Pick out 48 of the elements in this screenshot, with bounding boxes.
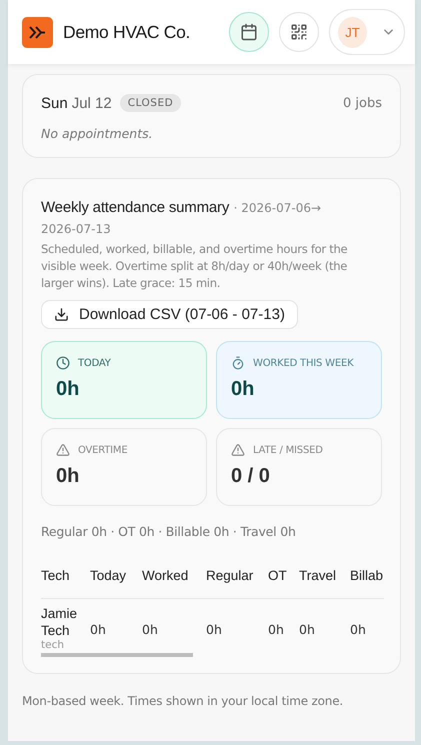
table-cell: 0h	[142, 622, 158, 636]
scrollbar[interactable]	[41, 653, 193, 657]
table-cell: 0h	[90, 622, 106, 636]
tech-role: tech	[41, 639, 66, 651]
clock-icon	[56, 356, 70, 370]
summary-title: Weekly attendance summary	[41, 199, 230, 216]
column-header: Travel	[299, 568, 336, 583]
table-cell: 0h	[299, 622, 315, 636]
summary-description: Scheduled, worked, billable, and overtime hours for the visible week. Overtime split at 8h/day or 40h/week (the larger wins). Late grace: 15 min.	[41, 241, 348, 292]
stat-value: 0h	[231, 378, 256, 401]
logo-icon	[22, 16, 53, 48]
footer-note: Mon-based week. Times shown in your local time zone.	[21, 693, 344, 708]
tech-name: Jamie Tech	[41, 605, 78, 639]
table-cell: 0h	[206, 622, 222, 636]
stat-value: 0h	[56, 465, 80, 488]
date: Jul 12	[72, 94, 112, 112]
totals-line: Regular 0h · OT 0h · Billable 0h · Travel 0h	[41, 524, 297, 539]
table-cell: 0h	[268, 622, 284, 636]
job-count: 0 jobs	[343, 96, 382, 110]
date-range-start: · 2026-07-06→	[234, 201, 322, 215]
date-range-end: 2026-07-13	[41, 221, 111, 238]
warning-icon	[56, 443, 70, 457]
stat-value: 0h	[56, 378, 80, 401]
column-header: Today	[90, 568, 126, 583]
qr-code-button[interactable]	[279, 12, 319, 52]
status-badge: CLOSED	[120, 94, 182, 112]
weekday: Sun	[41, 94, 68, 112]
stat-label: WORKED THIS WEEK	[253, 358, 354, 368]
column-header: Tech	[41, 568, 70, 583]
column-header: Billab	[350, 568, 384, 583]
column-header: OT	[268, 568, 287, 583]
stat-label: TODAY	[78, 358, 111, 368]
download-icon	[54, 307, 69, 322]
stat-value: 0 / 0	[231, 465, 271, 488]
stat-label: LATE / MISSED	[253, 444, 323, 456]
column-header: Regular	[206, 568, 254, 583]
download-csv-button[interactable]: Download CSV (07-06 - 07-13)	[41, 300, 298, 329]
column-header: Worked	[142, 568, 188, 583]
warning-icon	[231, 443, 245, 457]
stat-label: OVERTIME	[78, 444, 128, 456]
empty-message: No appointments.	[41, 126, 154, 141]
company-name: Demo HVAC Co.	[63, 22, 192, 42]
table-cell: 0h	[350, 622, 366, 636]
calendar-button[interactable]	[229, 12, 269, 52]
calendar-icon	[240, 23, 258, 41]
stopwatch-icon	[231, 356, 245, 370]
qr-code-icon	[290, 23, 308, 41]
avatar: JT	[338, 16, 368, 48]
